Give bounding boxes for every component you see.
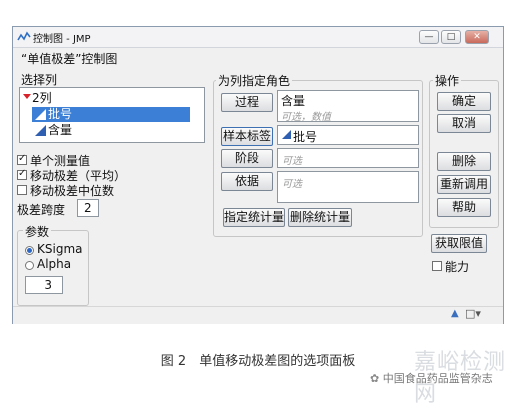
cancel-button[interactable]: 取消 [437,114,491,133]
range-span-input[interactable]: 2 [77,199,99,217]
moving-range-avg-checkbox[interactable] [17,168,27,180]
remove-button[interactable]: 删除 [437,152,491,171]
process-role-field[interactable]: 含量 可选，数值 [277,90,419,123]
status-bar: ▲ □▾ [13,306,503,324]
specify-stat-button[interactable]: 指定统计量 [223,208,285,227]
control-chart-dialog: 控制图 - JMP — □ ✕ “单值极差”控制图 选择列 2列 批号 含量 单… [12,26,504,324]
sample-label-role-value: 批号 [293,130,318,144]
column-count: 2列 [32,91,52,105]
process-role-button[interactable]: 过程 [221,93,273,112]
process-role-value: 含量 [281,94,306,108]
close-button[interactable]: ✕ [465,30,489,44]
ksigma-radio[interactable] [25,246,34,255]
get-limits-button[interactable]: 获取限值 [431,234,487,253]
column-list: 2列 批号 含量 [19,87,205,143]
jmp-app-icon [17,31,31,41]
delete-stat-button[interactable]: 删除统计量 [288,208,352,227]
moving-range-median-label: 移动极差中位数 [30,184,115,198]
collapse-caret-icon[interactable] [23,94,31,99]
param-value-input[interactable]: 3 [25,276,63,294]
params-label: 参数 [23,223,52,240]
actions-label: 操作 [433,72,462,89]
phase-role-field[interactable]: 可选 [277,148,419,168]
column-item-batch[interactable]: 批号 [32,107,190,122]
capability-label: 能力 [445,260,470,274]
process-role-hint: 可选，数值 [281,112,331,123]
by-role-button[interactable]: 依据 [221,172,273,191]
scroll-up-icon[interactable]: ▲ [451,308,459,319]
select-columns-label: 选择列 [21,73,58,87]
roles-label: 为列指定角色 [216,72,293,89]
watermark-journal: ✿ 中国食品药品监管杂志 [370,372,493,385]
maximize-button[interactable]: □ [441,30,461,44]
sample-label-role-button[interactable]: 样本标签 [221,127,273,146]
continuous-column-icon [35,109,46,120]
wechat-icon: ✿ [370,372,383,385]
alpha-label: Alpha [37,257,72,271]
alpha-radio[interactable] [25,261,34,270]
sample-label-role-field[interactable]: 批号 [277,125,419,145]
column-item-content[interactable]: 含量 [32,123,190,138]
title-bar: 控制图 - JMP — □ ✕ [13,27,503,48]
by-role-field[interactable]: 可选 [277,171,419,203]
capability-checkbox[interactable] [432,261,442,271]
continuous-column-icon [282,130,291,139]
window-list-icon[interactable]: □▾ [465,307,481,320]
phase-role-hint: 可选 [282,156,302,167]
recall-button[interactable]: 重新调用 [437,175,491,194]
range-span-label: 极差跨度 [17,203,66,217]
by-role-hint: 可选 [282,179,302,190]
single-measure-checkbox[interactable] [17,153,27,165]
window-title: 控制图 - JMP [33,34,91,45]
phase-role-button[interactable]: 阶段 [221,149,273,168]
ok-button[interactable]: 确定 [437,92,491,111]
minimize-button[interactable]: — [419,30,439,44]
moving-range-median-checkbox[interactable] [17,185,27,195]
platform-subtitle: “单值极差”控制图 [21,52,118,66]
help-button[interactable]: 帮助 [437,198,491,217]
ksigma-label: KSigma [37,242,83,256]
continuous-column-icon [35,125,46,136]
